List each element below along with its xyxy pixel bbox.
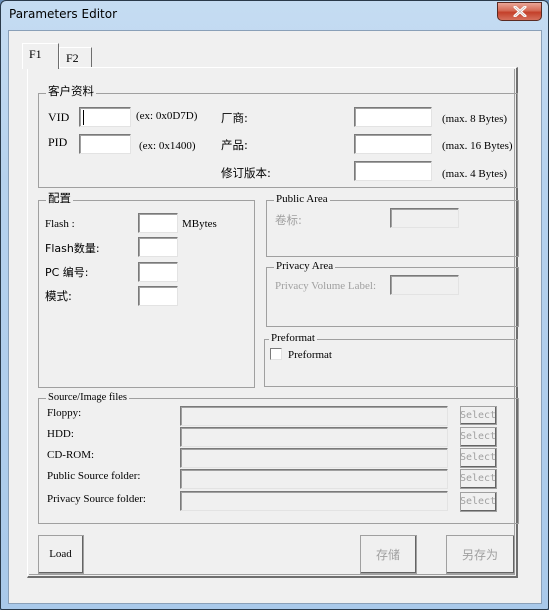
product-label: 产品: — [221, 138, 248, 152]
privacy-source-select-button[interactable]: Select — [460, 492, 497, 512]
tab-f1[interactable]: F1 — [22, 43, 59, 69]
vendor-hint: (max. 8 Bytes) — [442, 113, 508, 125]
cdrom-path-input[interactable] — [180, 448, 448, 468]
hdd-path-input[interactable] — [180, 427, 448, 447]
privacy-area-group: Privacy Area Privacy Volume Label: — [266, 260, 519, 327]
revision-hint: (max. 4 Bytes) — [442, 168, 508, 180]
source-files-group: Source/Image files Floppy: Select HDD: S… — [38, 391, 519, 524]
flash-input[interactable] — [138, 213, 178, 233]
flash-count-input[interactable] — [138, 237, 178, 257]
load-button[interactable]: Load — [38, 535, 84, 574]
floppy-select-button[interactable]: Select — [460, 406, 497, 425]
tab-f2-label: F2 — [66, 51, 79, 65]
tab-f2[interactable]: F2 — [59, 47, 92, 69]
hdd-label: HDD: — [47, 428, 74, 440]
product-hint: (max. 16 Bytes) — [442, 140, 513, 152]
parameters-editor-window: Parameters Editor F1 F2 客户资料 VID (ex: 0x… — [0, 0, 549, 610]
public-area-group: Public Area 卷标: — [266, 193, 519, 257]
pid-hint: (ex: 0x1400) — [139, 140, 196, 152]
mode-label: 模式: — [45, 289, 72, 303]
revision-label: 修订版本: — [221, 166, 271, 180]
source-files-title: Source/Image files — [46, 391, 130, 404]
customer-info-group: 客户资料 VID (ex: 0x0D7D) PID (ex: 0x1400) 厂… — [38, 85, 518, 188]
pid-label: PID — [48, 135, 68, 149]
privacy-volume-input[interactable] — [390, 275, 459, 295]
close-button[interactable] — [497, 2, 542, 21]
floppy-path-input[interactable] — [180, 406, 448, 426]
revision-input[interactable] — [354, 161, 432, 181]
save-button[interactable]: 存储 — [360, 535, 417, 574]
tab-panel-f1: 客户资料 VID (ex: 0x0D7D) PID (ex: 0x1400) 厂… — [27, 67, 519, 578]
window-title: Parameters Editor — [9, 7, 118, 21]
flash-unit: MBytes — [182, 218, 217, 230]
public-volume-input[interactable] — [390, 208, 459, 228]
title-bar[interactable]: Parameters Editor — [1, 1, 548, 29]
privacy-area-title: Privacy Area — [274, 260, 336, 273]
config-group: 配置 Flash : MBytes Flash数量: PC 编号: 模式: — [38, 192, 255, 388]
vendor-input[interactable] — [354, 107, 432, 127]
vid-hint: (ex: 0x0D7D) — [136, 110, 198, 122]
cdrom-label: CD-ROM: — [47, 449, 95, 461]
privacy-source-label: Privacy Source folder: — [47, 493, 146, 505]
close-icon — [513, 6, 526, 17]
config-title: 配置 — [46, 191, 73, 205]
public-source-select-button[interactable]: Select — [460, 469, 497, 489]
tab-f1-label: F1 — [29, 47, 42, 61]
privacy-volume-label: Privacy Volume Label: — [275, 280, 377, 292]
public-source-path-input[interactable] — [180, 469, 448, 489]
mode-input[interactable] — [138, 286, 178, 306]
client-area: F1 F2 客户资料 VID (ex: 0x0D7D) PID (ex: 0x1… — [8, 30, 542, 604]
save-as-button[interactable]: 另存为 — [446, 535, 515, 574]
pc-number-label: PC 编号: — [45, 266, 89, 279]
preformat-group: Preformat Preformat — [264, 332, 518, 387]
pc-number-input[interactable] — [138, 262, 178, 282]
public-volume-label: 卷标: — [275, 213, 302, 227]
preformat-title: Preformat — [269, 332, 317, 345]
flash-label: Flash : — [45, 218, 75, 230]
public-source-label: Public Source folder: — [47, 470, 141, 482]
text-caret — [83, 110, 84, 125]
hdd-select-button[interactable]: Select — [460, 427, 497, 447]
customer-info-title: 客户资料 — [46, 84, 96, 98]
pid-input[interactable] — [79, 134, 131, 154]
vendor-label: 厂商: — [221, 111, 248, 125]
privacy-source-path-input[interactable] — [180, 491, 448, 511]
cdrom-select-button[interactable]: Select — [460, 448, 497, 468]
preformat-checkbox-label[interactable]: Preformat — [288, 349, 332, 362]
public-area-title: Public Area — [274, 193, 330, 206]
floppy-label: Floppy: — [47, 407, 82, 419]
preformat-checkbox[interactable] — [270, 348, 282, 360]
vid-input[interactable] — [79, 107, 131, 127]
vid-label: VID — [48, 110, 70, 124]
flash-count-label: Flash数量: — [45, 242, 100, 255]
product-input[interactable] — [354, 134, 432, 154]
